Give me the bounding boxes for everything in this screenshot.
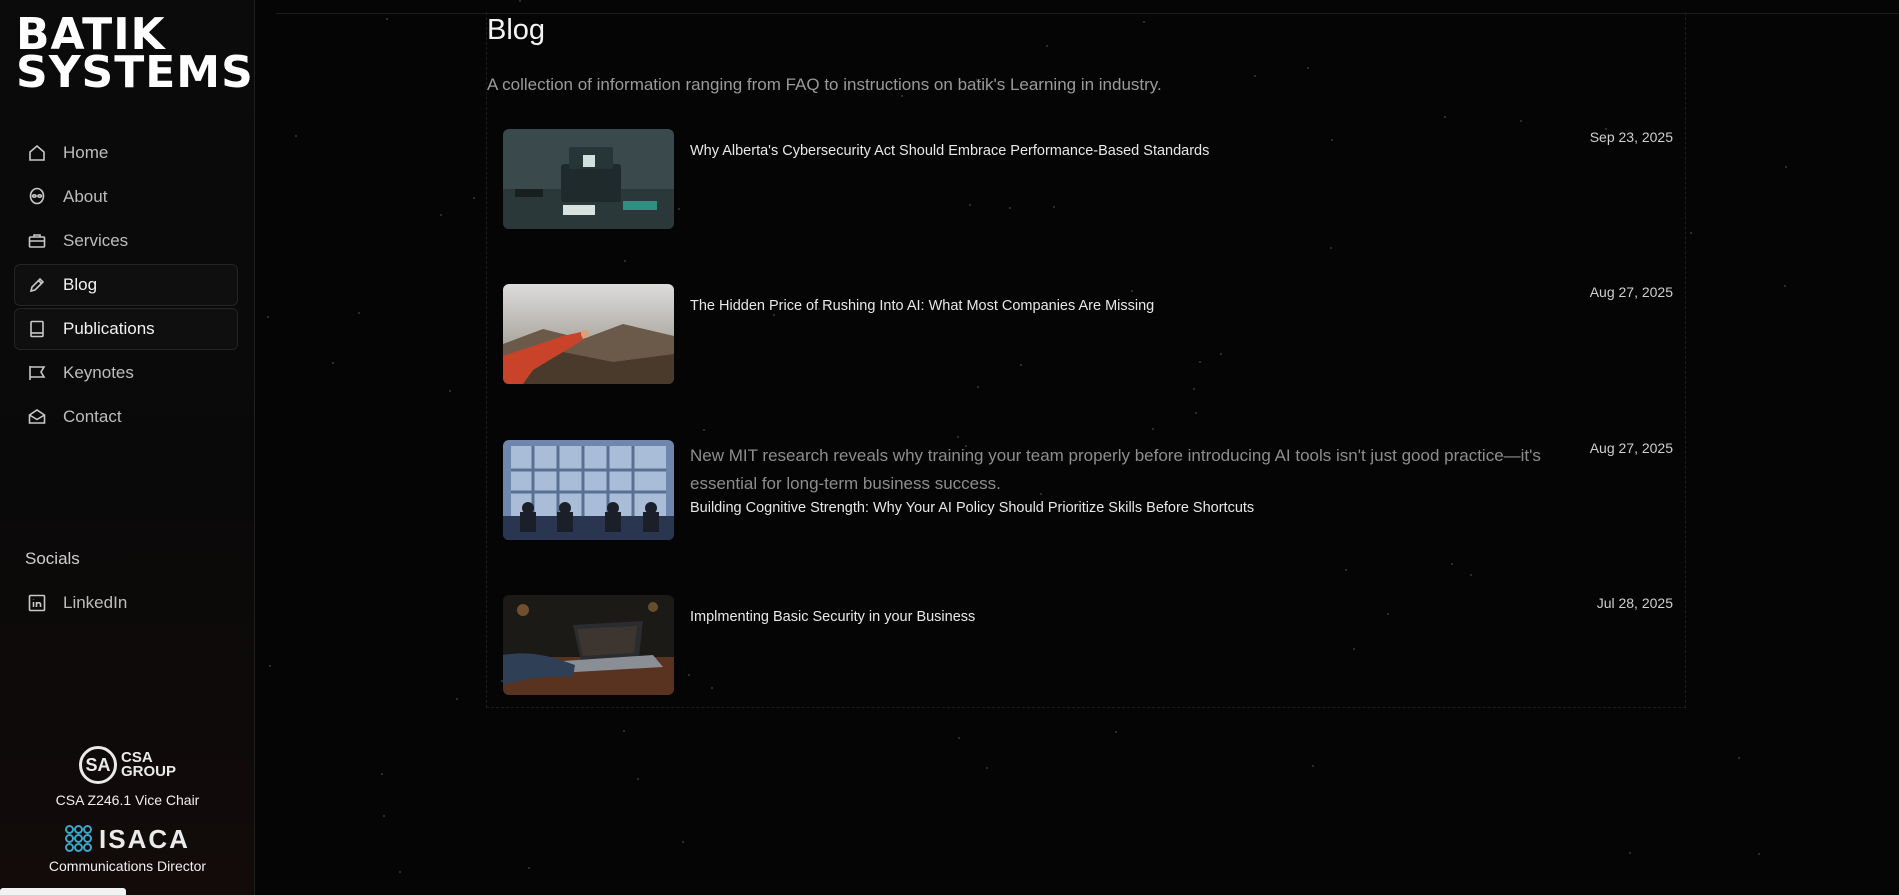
star-dot [1312,765,1314,767]
post-title[interactable]: The Hidden Price of Rushing Into AI: Wha… [690,298,1154,314]
socials-list: LinkedIn [14,582,238,626]
post-thumbnail[interactable] [503,595,674,695]
star-dot [1115,731,1117,733]
blog-post[interactable]: New MIT research reveals why training yo… [503,440,1673,540]
page-title: Blog [487,14,546,46]
star-dot [295,135,297,137]
socials-heading: Socials [25,549,80,568]
isaca-caption: Communications Director [48,858,207,874]
nav-label: Publications [63,319,155,338]
nav-item-keynotes[interactable]: Keynotes [14,352,238,394]
star-dot [986,767,988,769]
post-date: Aug 27, 2025 [1589,440,1673,456]
sidebar: BATIK SYSTEMS Home About Services Blog P… [0,0,255,895]
star-dot [383,815,385,817]
blog-post[interactable]: Implmenting Basic Security in your Busin… [503,595,1673,695]
csa-wordmark: CSA GROUP [120,750,176,780]
post-title[interactable]: Why Alberta's Cybersecurity Act Should E… [690,143,1209,159]
nav-item-blog[interactable]: Blog [14,264,238,306]
csa-group-logo: SA CSA GROUP [0,740,255,790]
post-title[interactable]: Implmenting Basic Security in your Busin… [690,609,975,625]
blog-container: Blog A collection of information ranging… [486,12,1686,708]
star-dot [1738,757,1740,759]
social-linkedin[interactable]: LinkedIn [14,582,238,624]
star-dot [267,316,269,318]
nav-item-services[interactable]: Services [14,220,238,262]
post-thumbnail[interactable] [503,129,674,229]
csa-mark: SA [78,746,117,784]
mail-icon [27,407,47,427]
post-date: Sep 23, 2025 [1589,129,1673,145]
linkedin-icon [27,593,47,613]
nav-label: Home [63,143,109,162]
star-dot [399,871,401,873]
nav-label: Keynotes [63,363,134,382]
post-date: Aug 27, 2025 [1589,284,1673,300]
star-dot [1785,166,1787,168]
brand-line-2: SYSTEMS [16,47,254,98]
blog-post[interactable]: The Hidden Price of Rushing Into AI: Wha… [503,284,1673,384]
status-tooltip [0,888,126,895]
star-dot [269,665,271,667]
star-dot [381,773,383,775]
star-dot [958,737,960,739]
briefcase-icon [27,231,47,251]
nav-label: Contact [63,407,122,426]
post-thumbnail[interactable] [503,440,674,540]
isaca-wordmark: ISACA [99,823,190,854]
star-dot [456,698,458,700]
nav-item-contact[interactable]: Contact [14,396,238,438]
alien-icon [27,187,47,207]
home-icon [27,143,47,163]
blog-post[interactable]: Why Alberta's Cybersecurity Act Should E… [503,129,1673,229]
post-excerpt: New MIT research reveals why training yo… [690,446,1541,493]
star-dot [528,867,530,869]
post-thumbnail[interactable] [503,284,674,384]
page-subtitle: A collection of information ranging from… [487,75,1162,94]
brand-logo[interactable]: BATIK SYSTEMS [16,13,254,98]
main-content: Blog A collection of information ranging… [256,0,1899,895]
star-dot [386,18,388,20]
book-icon [27,319,47,339]
star-dot [473,197,475,199]
star-dot [449,390,451,392]
nav-label: About [63,187,108,206]
main-nav: Home About Services Blog Publications Ke… [14,132,238,440]
nav-label: Blog [63,275,98,294]
post-title[interactable]: Building Cognitive Strength: Why Your AI… [690,500,1254,516]
presentation-icon [27,363,47,383]
isaca-mark-icon [65,825,93,853]
star-dot [1784,285,1786,287]
star-dot [623,730,625,732]
star-dot [1758,853,1760,855]
csa-caption: CSA Z246.1 Vice Chair [55,792,200,808]
star-dot [637,778,639,780]
social-label: LinkedIn [63,593,128,612]
star-dot [519,0,521,2]
star-dot [1690,232,1692,234]
pencil-icon [27,275,47,295]
star-dot [358,312,360,314]
nav-item-about[interactable]: About [14,176,238,218]
star-dot [1629,852,1631,854]
star-dot [682,841,684,843]
isaca-logo: ISACA [0,822,255,856]
nav-item-home[interactable]: Home [14,132,238,174]
nav-item-publications[interactable]: Publications [14,308,238,350]
post-date: Jul 28, 2025 [1596,595,1673,611]
star-dot [332,362,334,364]
csa-wordmark-line-2: GROUP [120,763,176,780]
nav-label: Services [63,231,129,250]
affiliations: SA CSA GROUP CSA Z246.1 Vice Chair ISACA… [0,740,255,874]
star-dot [440,214,442,216]
